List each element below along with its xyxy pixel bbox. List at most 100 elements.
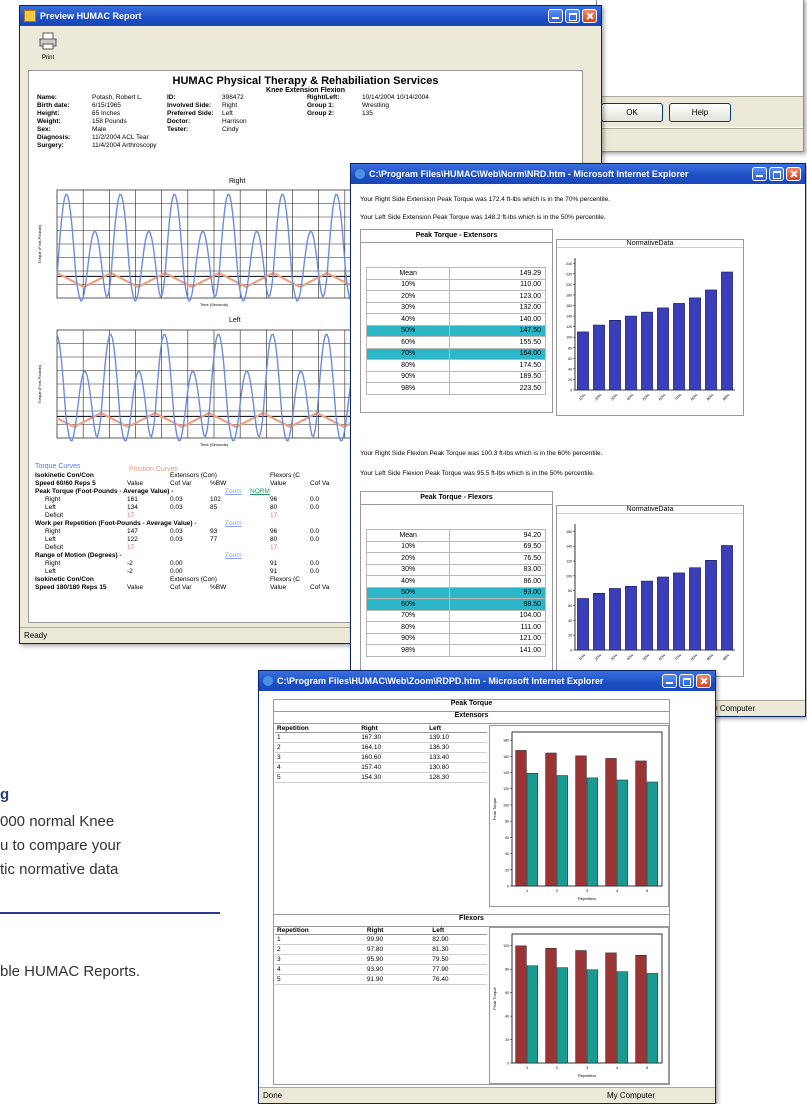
rep-row: 1 167.30 139.10 xyxy=(275,732,487,743)
y-tick-label: 60 xyxy=(505,836,509,840)
zoom-link[interactable]: Zoom xyxy=(225,488,242,495)
report-cell-group: Speed 180/180 Reps 15 Value Cof Var %BW Valu… xyxy=(35,584,365,592)
y-tick-label: 180 xyxy=(503,739,509,743)
x-tick-label: 1 xyxy=(526,1066,528,1070)
ie-icon xyxy=(355,169,365,179)
left-bar xyxy=(556,967,569,1064)
y-tick-label: 40 xyxy=(568,367,572,371)
left-bar xyxy=(646,781,659,887)
torque-value-cell: 155.50 xyxy=(449,336,546,349)
flex-table-title: Peak Torque - Flexors xyxy=(361,492,552,505)
report-cell: Isokinetic Con/Con xyxy=(35,576,94,583)
rep-cell: 2 xyxy=(275,742,352,753)
norm-close-button[interactable] xyxy=(786,167,801,181)
rep-header-cell: Left xyxy=(419,725,487,733)
report-cell-group: Right 161 0.03 102 96 0.0 xyxy=(35,496,365,504)
rep-minimize-button[interactable] xyxy=(662,674,677,688)
patient-field-value: 11/2/2004 ACL Tear xyxy=(92,134,149,141)
norm-minimize-button[interactable] xyxy=(752,167,767,181)
patient-field-value: 65 Inches xyxy=(92,110,121,117)
patient-field-value: 6/15/1965 xyxy=(92,102,121,109)
preview-titlebar[interactable]: Preview HUMAC Report xyxy=(20,6,601,26)
percentile-cell: 20% xyxy=(365,290,451,303)
section-heading-fragment: g xyxy=(0,786,10,803)
report-cell: Speed 180/180 Reps 15 xyxy=(35,584,107,591)
x-tick-label: 10% xyxy=(578,393,587,402)
norm-row: 90% 121.00 xyxy=(365,632,546,645)
rep-cell: 136.30 xyxy=(419,742,487,753)
report-cell-group: Speed 60/60 Reps 5 Value Cof Var %BW Value Co… xyxy=(35,480,365,488)
report-cell: Deficit xyxy=(45,512,64,519)
torque-value-cell: 110.00 xyxy=(449,278,546,291)
rep-titlebar[interactable]: C:\Program Files\HUMAC\Web\Zoom\RDPD.htm… xyxy=(259,671,715,691)
report-cell-group: Left -2 0.00 91 0.0 xyxy=(35,568,365,576)
percentile-cell: 60% xyxy=(365,336,451,349)
maximize-button[interactable] xyxy=(565,9,580,23)
report-cell: Right xyxy=(45,560,61,567)
report-cell: 17 xyxy=(127,544,135,551)
report-cell: Left xyxy=(45,568,56,575)
report-cell: 96 xyxy=(270,528,278,535)
zoom-link[interactable]: Zoom xyxy=(225,520,242,527)
norm-row: 80% 111.00 xyxy=(365,621,546,634)
norm-row: 40% 86.00 xyxy=(365,575,546,588)
norm-bar xyxy=(609,588,621,651)
rep-close-button[interactable] xyxy=(696,674,711,688)
rep-flex-chart: 0 20 40 60 80 100 1 2 3 4 5 Repetition Peak Torque xyxy=(492,933,663,1078)
rep-maximize-button[interactable] xyxy=(679,674,694,688)
report-cell: -2 xyxy=(127,568,133,575)
rep-cell: 130.80 xyxy=(419,762,487,773)
right-bar xyxy=(515,750,527,887)
norm-row: 30% 83.00 xyxy=(365,563,546,576)
rep-cell: 139.10 xyxy=(419,732,487,743)
zoom-link[interactable]: Zoom xyxy=(225,552,242,559)
x-tick-label: 50% xyxy=(642,653,651,662)
percentile-cell: 80% xyxy=(365,359,451,372)
print-button[interactable]: Print xyxy=(34,32,62,61)
rep-ext-chart: 0 20 40 60 80 100 120 140 160 180 1 2 3 4 5 Repetition P… xyxy=(492,731,663,901)
norm-row: 40% 140.00 xyxy=(365,313,546,326)
report-cell: 0.0 xyxy=(310,504,320,511)
rep-row: 4 157.40 130.80 xyxy=(275,762,487,773)
patient-row: Surgery: 11/4/2004 Arthroscopy xyxy=(37,142,582,150)
percentile-cell: 40% xyxy=(365,313,451,326)
right-bar xyxy=(635,760,647,887)
patient-field-value: 135 xyxy=(362,110,373,117)
rep-row: 3 95.90 79.50 xyxy=(275,954,487,965)
report-cell: 77 xyxy=(210,536,218,543)
norm-row: 20% 123.00 xyxy=(365,290,546,303)
norm-maximize-button[interactable] xyxy=(769,167,784,181)
x-tick-label: 60% xyxy=(658,393,667,402)
norm-link[interactable]: NORM xyxy=(250,488,270,495)
x-tick-label: 1 xyxy=(526,889,528,893)
patient-field-label: Height: xyxy=(37,110,60,117)
report-cell: 91 xyxy=(270,560,278,567)
y-tick-label: 100 xyxy=(566,574,572,578)
report-cell: -2 xyxy=(127,560,133,567)
y-tick-label: 220 xyxy=(566,272,572,276)
y-axis-label: Torque (Foot-Pounds) xyxy=(37,364,42,404)
norm-row: 90% 189.50 xyxy=(365,370,546,383)
ok-button[interactable]: OK xyxy=(601,103,663,122)
y-tick-label: 160 xyxy=(566,530,572,534)
norm-content: Your Right Side Extension Peak Torque wa… xyxy=(351,184,805,700)
close-button[interactable] xyxy=(582,9,597,23)
report-row: Speed 60/60 Reps 5 Value Cof Var %BW Value Co… xyxy=(35,480,365,488)
report-cell: 93 xyxy=(210,528,218,535)
flex-chart-title: NormativeData xyxy=(557,506,743,514)
x-tick-label: 90% xyxy=(706,393,715,402)
report-cell-group: Isokinetic Con/Con Extensors (Con) Flexors… xyxy=(35,576,365,584)
norm-bar xyxy=(673,303,685,391)
norm-titlebar[interactable]: C:\Program Files\HUMAC\Web\Norm\NRD.htm … xyxy=(351,164,805,184)
report-cell: Right xyxy=(45,528,61,535)
help-button[interactable]: Help xyxy=(669,103,731,122)
y-tick-label: 80 xyxy=(568,589,572,593)
minimize-button[interactable] xyxy=(548,9,563,23)
report-cell: 147 xyxy=(127,528,138,535)
torque-value-cell: 140.00 xyxy=(449,313,546,326)
y-tick-label: 100 xyxy=(566,336,572,340)
norm-row: Mean 149.29 xyxy=(365,267,546,280)
right-bar xyxy=(545,752,557,887)
y-tick-label: 0 xyxy=(507,1062,509,1066)
percentile-cell: 98% xyxy=(365,382,451,395)
